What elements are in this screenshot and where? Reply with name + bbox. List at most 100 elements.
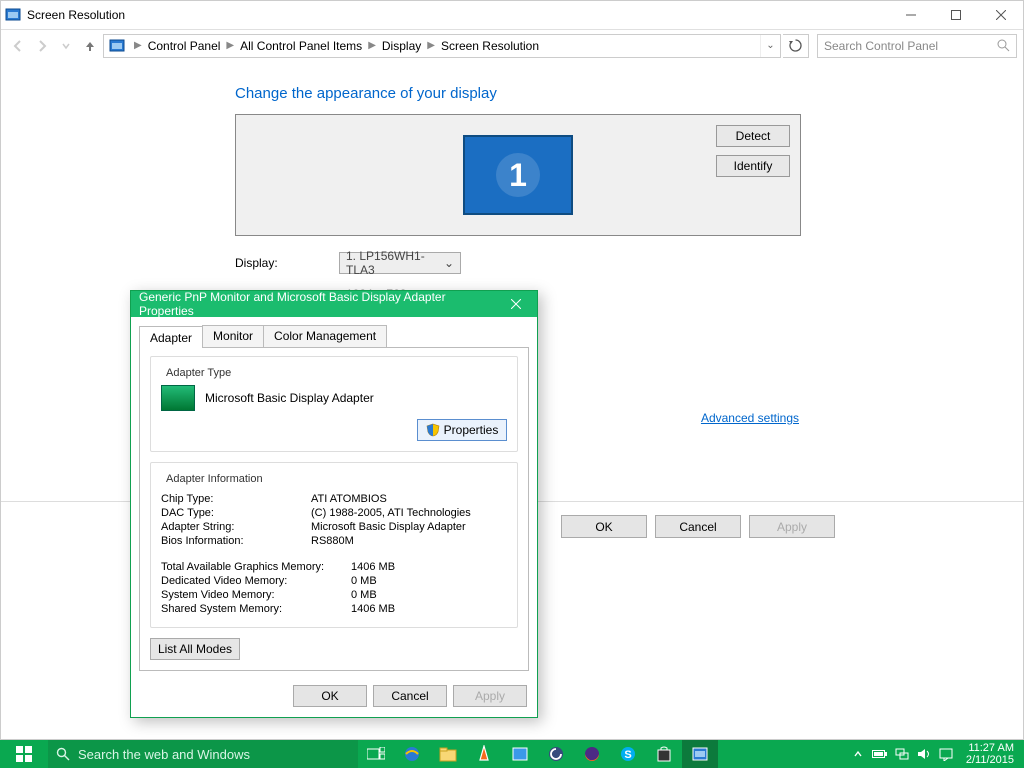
info-key: Bios Information: [161, 535, 311, 547]
up-button[interactable] [79, 35, 101, 57]
taskbar-apps: S [358, 740, 718, 768]
tab-adapter[interactable]: Adapter [139, 326, 203, 348]
uac-shield-icon [426, 423, 440, 437]
tab-color-management[interactable]: Color Management [263, 325, 387, 347]
search-icon [997, 39, 1010, 52]
adapter-card-icon [161, 385, 195, 411]
svg-text:S: S [624, 749, 631, 761]
taskview-icon[interactable] [358, 740, 394, 768]
breadcrumb-display[interactable]: Display [380, 39, 423, 53]
page-heading: Change the appearance of your display [235, 85, 801, 102]
display-label: Display: [235, 256, 339, 270]
action-center-icon[interactable] [938, 746, 954, 762]
breadcrumb-separator-icon: ▶ [222, 40, 238, 51]
file-explorer-icon[interactable] [430, 740, 466, 768]
dialog-apply-button: Apply [453, 685, 527, 707]
info-value: (C) 1988-2005, ATI Technologies [311, 507, 471, 519]
info-key: Chip Type: [161, 493, 311, 505]
start-button[interactable] [0, 740, 48, 768]
list-all-modes-button[interactable]: List All Modes [150, 638, 240, 660]
adapter-type-group: Adapter Type Microsoft Basic Display Ada… [150, 356, 518, 452]
info-value: 0 MB [351, 589, 377, 601]
dialog-titlebar: Generic PnP Monitor and Microsoft Basic … [131, 291, 537, 317]
navbar: ▶ Control Panel ▶ All Control Panel Item… [1, 29, 1023, 61]
dialog-ok-button[interactable]: OK [293, 685, 367, 707]
close-button[interactable] [978, 1, 1023, 29]
window-title: Screen Resolution [27, 8, 125, 22]
dialog-title: Generic PnP Monitor and Microsoft Basic … [139, 290, 503, 318]
vlc-icon[interactable] [466, 740, 502, 768]
breadcrumb-separator-icon: ▶ [423, 40, 439, 51]
battery-icon[interactable] [872, 746, 888, 762]
info-key: System Video Memory: [161, 589, 351, 601]
window-icon [5, 7, 21, 23]
app-icon[interactable] [538, 740, 574, 768]
search-placeholder: Search Control Panel [824, 39, 938, 53]
clock-time: 11:27 AM [966, 742, 1014, 754]
info-key: Shared System Memory: [161, 603, 351, 615]
adapter-name: Microsoft Basic Display Adapter [205, 391, 374, 405]
adapter-properties-button[interactable]: Properties [417, 419, 507, 441]
search-input[interactable]: Search Control Panel [817, 34, 1017, 58]
taskbar: Search the web and Windows S 11:27 AM 2/… [0, 740, 1024, 768]
recent-dropdown[interactable] [55, 35, 77, 57]
info-key: Total Available Graphics Memory: [161, 561, 351, 573]
breadcrumb-all-items[interactable]: All Control Panel Items [238, 39, 364, 53]
minimize-button[interactable] [888, 1, 933, 29]
detect-button[interactable]: Detect [716, 125, 790, 147]
ie-icon[interactable] [394, 740, 430, 768]
info-value: ATI ATOMBIOS [311, 493, 387, 505]
info-value: Microsoft Basic Display Adapter [311, 521, 466, 533]
adapter-info-title: Adapter Information [163, 473, 266, 485]
advanced-settings-link[interactable]: Advanced settings [701, 411, 799, 425]
address-bar[interactable]: ▶ Control Panel ▶ All Control Panel Item… [103, 34, 781, 58]
breadcrumb-control-panel[interactable]: Control Panel [146, 39, 223, 53]
adapter-info-group: Adapter Information Chip Type:ATI ATOMBI… [150, 462, 518, 628]
display-select[interactable]: 1. LP156WH1-TLA3⌄ [339, 252, 461, 274]
address-dropdown[interactable]: ⌄ [760, 35, 780, 57]
dialog-tabs: Adapter Monitor Color Management [139, 325, 529, 347]
info-value: 1406 MB [351, 561, 395, 573]
info-value: 1406 MB [351, 603, 395, 615]
info-key: Dedicated Video Memory: [161, 575, 351, 587]
monitor-icon[interactable]: 1 [463, 135, 573, 215]
control-panel-icon[interactable] [682, 740, 718, 768]
monitor-number: 1 [496, 153, 540, 197]
dialog-close-button[interactable] [503, 294, 529, 314]
taskbar-search-input[interactable]: Search the web and Windows [48, 740, 358, 768]
info-key: Adapter String: [161, 521, 311, 533]
apply-button: Apply [749, 515, 835, 538]
breadcrumb-screen-resolution[interactable]: Screen Resolution [439, 39, 541, 53]
app-icon[interactable] [502, 740, 538, 768]
info-value: RS880M [311, 535, 354, 547]
tray-overflow-icon[interactable] [850, 746, 866, 762]
tab-adapter-pane: Adapter Type Microsoft Basic Display Ada… [139, 347, 529, 671]
clock[interactable]: 11:27 AM 2/11/2015 [960, 742, 1020, 766]
search-icon [56, 747, 70, 761]
tab-monitor[interactable]: Monitor [202, 325, 264, 347]
chevron-down-icon: ⌄ [444, 256, 454, 270]
cancel-button[interactable]: Cancel [655, 515, 741, 538]
adapter-type-title: Adapter Type [163, 367, 234, 379]
network-icon[interactable] [894, 746, 910, 762]
store-icon[interactable] [646, 740, 682, 768]
identify-button[interactable]: Identify [716, 155, 790, 177]
info-key: DAC Type: [161, 507, 311, 519]
ok-button[interactable]: OK [561, 515, 647, 538]
clock-date: 2/11/2015 [966, 754, 1014, 766]
display-preview[interactable]: 1 Detect Identify [235, 114, 801, 236]
titlebar: Screen Resolution [1, 1, 1023, 29]
skype-icon[interactable]: S [610, 740, 646, 768]
adapter-properties-dialog: Generic PnP Monitor and Microsoft Basic … [130, 290, 538, 718]
info-value: 0 MB [351, 575, 377, 587]
forward-button[interactable] [31, 35, 53, 57]
dialog-cancel-button[interactable]: Cancel [373, 685, 447, 707]
refresh-button[interactable] [783, 34, 809, 58]
breadcrumb-separator-icon: ▶ [130, 40, 146, 51]
breadcrumb-separator-icon: ▶ [364, 40, 380, 51]
back-button[interactable] [7, 35, 29, 57]
address-icon [108, 37, 126, 55]
firefox-icon[interactable] [574, 740, 610, 768]
maximize-button[interactable] [933, 1, 978, 29]
volume-icon[interactable] [916, 746, 932, 762]
